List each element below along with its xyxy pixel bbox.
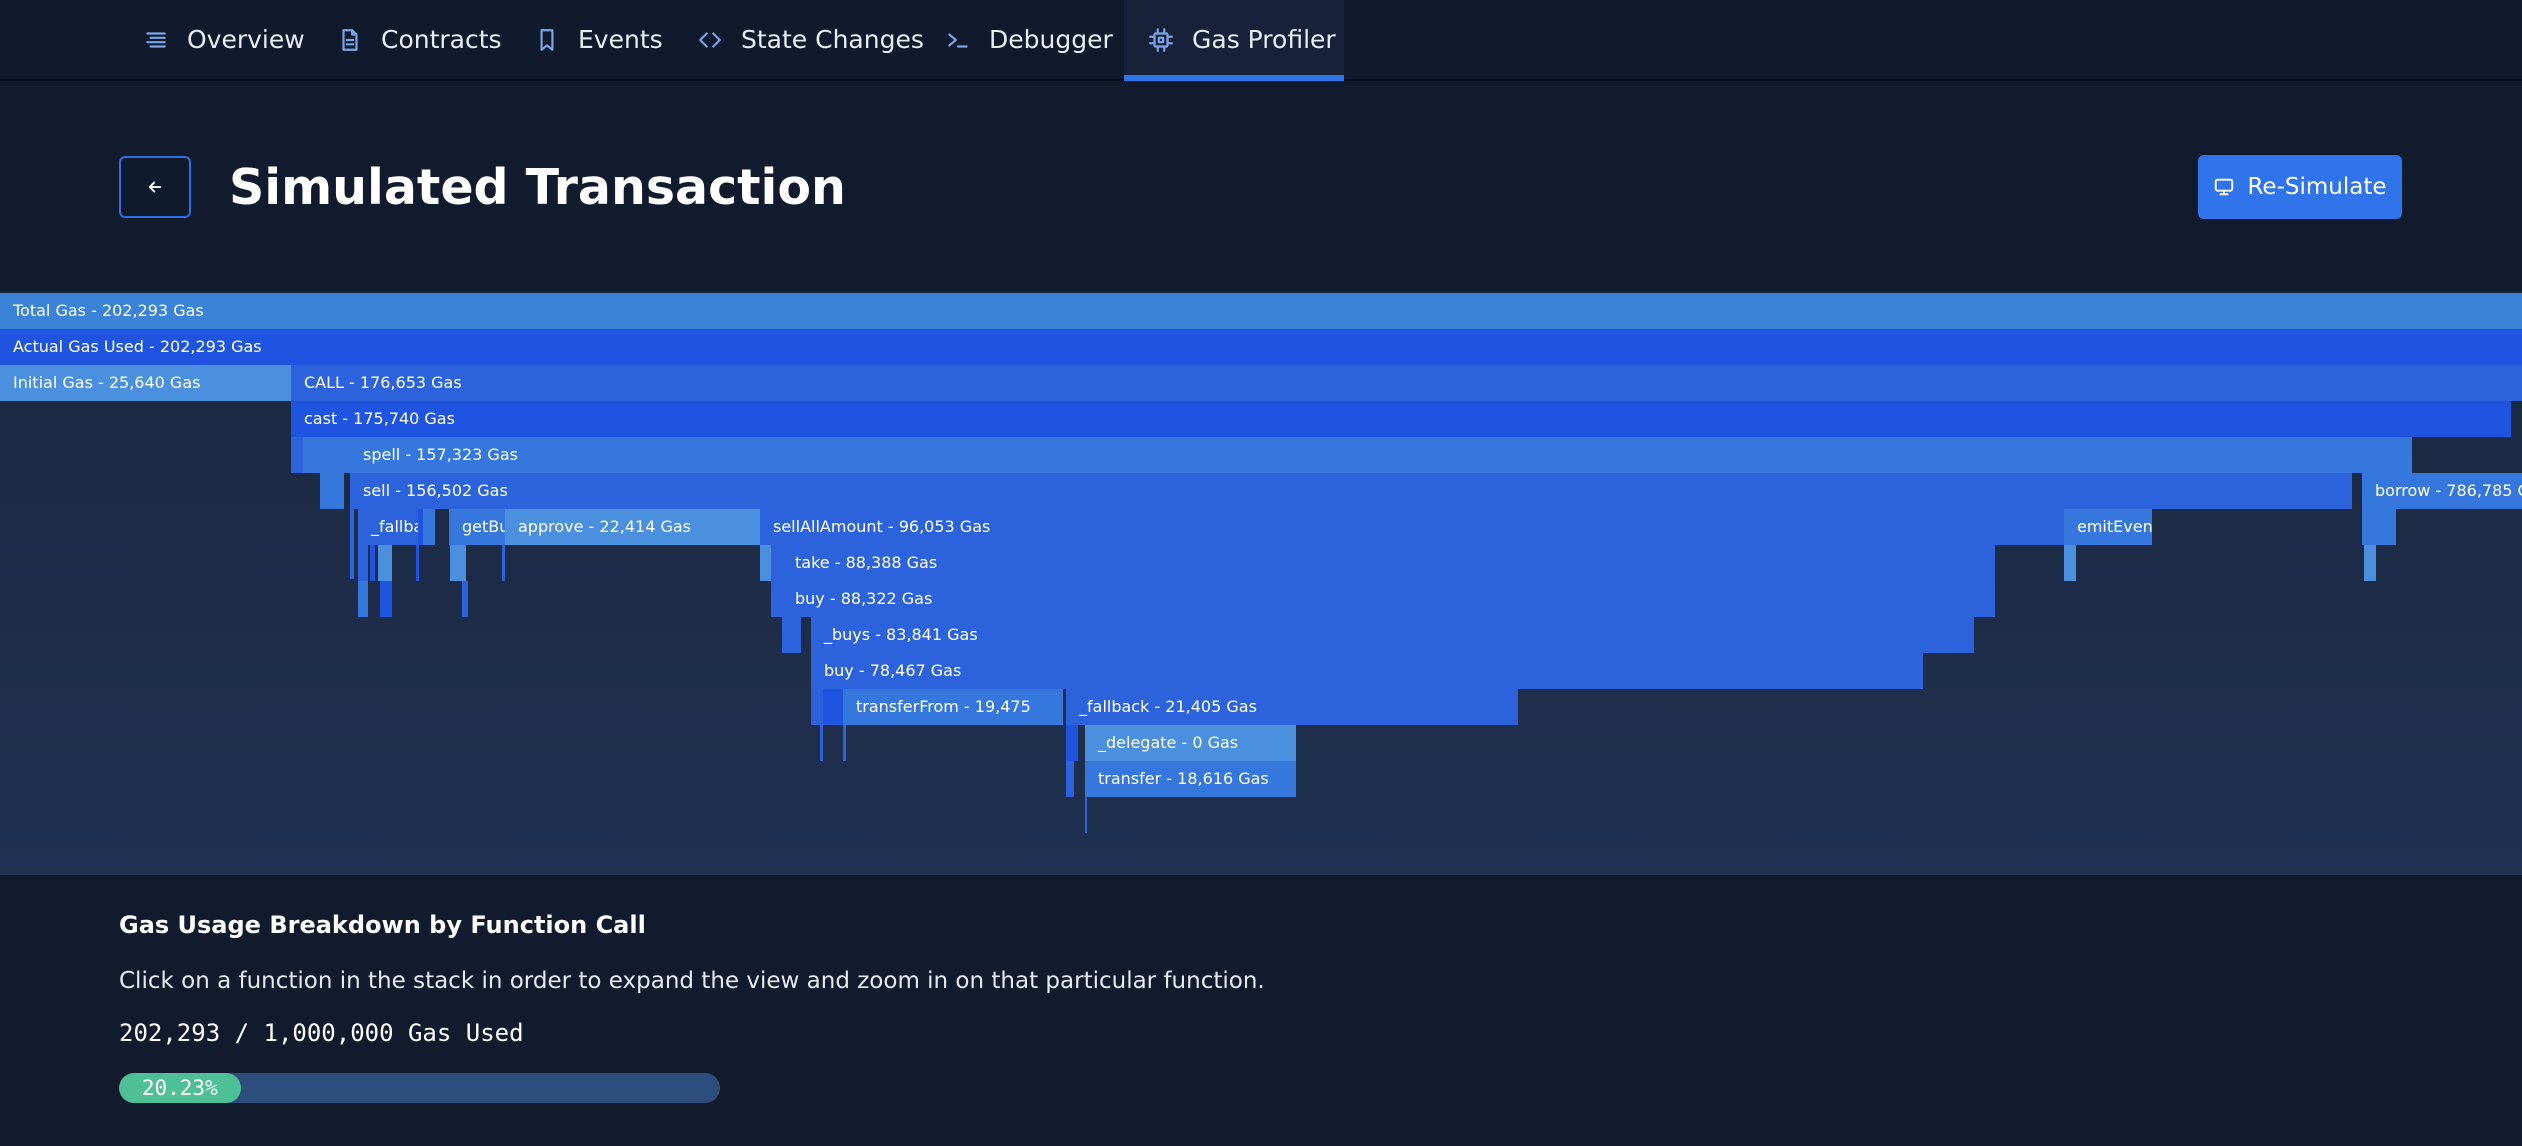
flame-bar-transfer[interactable]: transfer - 18,616 Gas	[1085, 761, 1296, 797]
flame-sliver[interactable]	[450, 545, 466, 581]
flame-bar-fallback[interactable]: _fallback - 21,405 Gas	[1066, 689, 1518, 725]
tab-label: State Changes	[741, 25, 924, 54]
tab-events[interactable]: Events	[534, 0, 663, 79]
code-icon	[697, 27, 723, 53]
breakdown-title: Gas Usage Breakdown by Function Call	[119, 911, 646, 939]
monitor-play-icon	[2215, 178, 2234, 196]
tab-label: Overview	[187, 25, 305, 54]
flame-bar-initial-gas[interactable]: Initial Gas - 25,640 Gas	[0, 365, 291, 401]
flame-bar-take[interactable]: take - 88,388 Gas	[782, 545, 1995, 581]
flame-bar-buy[interactable]: buy - 88,322 Gas	[782, 581, 1995, 617]
flame-sliver[interactable]	[782, 617, 801, 653]
flame-sliver[interactable]	[380, 581, 392, 617]
flame-bar-spell[interactable]: spell - 157,323 Gas	[350, 437, 2412, 473]
flame-sliver[interactable]	[350, 509, 354, 579]
document-icon	[337, 27, 363, 53]
flame-sliver[interactable]	[358, 545, 368, 581]
flame-sliver[interactable]	[760, 545, 771, 581]
flame-bar-sellallamount[interactable]: sellAllAmount - 96,053 Gas	[760, 509, 2064, 545]
flame-sliver[interactable]	[378, 545, 392, 581]
tab-state-changes[interactable]: State Changes	[697, 0, 924, 79]
resimulate-label: Re-Simulate	[2247, 174, 2387, 200]
tab-overview[interactable]: Overview	[143, 0, 305, 79]
flame-sliver[interactable]	[823, 689, 843, 725]
flame-sliver[interactable]	[358, 581, 368, 617]
flame-bar-cast[interactable]: cast - 175,740 Gas	[291, 401, 2511, 437]
arrow-left-icon	[148, 181, 162, 193]
flame-bar-fallback-small[interactable]: _fallback	[358, 509, 418, 545]
flame-sliver[interactable]	[2064, 545, 2076, 581]
flame-bar-buys[interactable]: _buys - 83,841 Gas	[811, 617, 1974, 653]
flame-bar-buy-inner[interactable]: buy - 78,467 Gas	[811, 653, 1923, 689]
flame-bar-approve[interactable]: approve - 22,414 Gas	[505, 509, 760, 545]
tab-debugger[interactable]: Debugger	[945, 0, 1113, 79]
flame-bar-call[interactable]: CALL - 176,653 Gas	[291, 365, 2522, 401]
flame-bar-delegate[interactable]: _delegate - 0 Gas	[1085, 725, 1296, 761]
terminal-icon	[945, 27, 971, 53]
page-title: Simulated Transaction	[229, 159, 846, 216]
flame-bar-getbuy[interactable]: getBuy	[449, 509, 505, 545]
flame-sliver[interactable]	[1066, 725, 1078, 761]
flame-sliver[interactable]	[1085, 797, 1087, 833]
gas-progress-bar: 20.23%	[119, 1073, 720, 1103]
tab-label: Gas Profiler	[1192, 25, 1336, 54]
flame-sliver[interactable]	[771, 545, 782, 617]
flame-sliver[interactable]	[291, 437, 303, 473]
flame-bar-transferfrom[interactable]: transferFrom - 19,475	[843, 689, 1063, 725]
flame-bar-borrow[interactable]: borrow - 786,785 Gas	[2362, 473, 2522, 509]
flame-sliver[interactable]	[2364, 545, 2376, 581]
flame-sliver[interactable]	[2362, 509, 2396, 545]
flame-sliver[interactable]	[811, 689, 823, 725]
chip-icon	[1148, 27, 1174, 53]
list-icon	[143, 27, 169, 53]
top-nav: Overview Contracts Events State Changes …	[0, 0, 2522, 81]
flame-sliver[interactable]	[416, 545, 419, 581]
back-button[interactable]	[119, 156, 191, 218]
flame-graph: Total Gas - 202,293 Gas Actual Gas Used …	[0, 291, 2522, 875]
tab-contracts[interactable]: Contracts	[337, 0, 502, 79]
tab-label: Contracts	[381, 25, 502, 54]
tab-gas-profiler[interactable]: Gas Profiler	[1124, 0, 1344, 81]
flame-sliver[interactable]	[423, 509, 435, 545]
flame-bar-total-gas[interactable]: Total Gas - 202,293 Gas	[0, 293, 2522, 329]
tab-label: Events	[578, 25, 663, 54]
flame-sliver[interactable]	[502, 545, 505, 581]
flame-bar-emitevent[interactable]: emitEvent	[2064, 509, 2152, 545]
gas-used-text: 202,293 / 1,000,000 Gas Used	[119, 1019, 524, 1047]
resimulate-button[interactable]: Re-Simulate	[2198, 155, 2402, 219]
flame-sliver[interactable]	[462, 581, 468, 617]
flame-sliver[interactable]	[320, 473, 344, 509]
flame-bar-sell[interactable]: sell - 156,502 Gas	[350, 473, 2352, 509]
breakdown-description: Click on a function in the stack in orde…	[119, 968, 1265, 994]
flame-sliver[interactable]	[303, 437, 350, 473]
flame-sliver[interactable]	[820, 725, 823, 761]
tab-label: Debugger	[989, 25, 1113, 54]
flame-bar-actual-gas[interactable]: Actual Gas Used - 202,293 Gas	[0, 329, 2522, 365]
flame-sliver[interactable]	[843, 725, 846, 761]
flame-sliver[interactable]	[370, 545, 375, 581]
gas-progress-label: 20.23%	[141, 1076, 218, 1100]
bookmark-icon	[534, 27, 560, 53]
gas-progress-fill: 20.23%	[119, 1073, 241, 1103]
flame-sliver[interactable]	[1066, 761, 1074, 797]
